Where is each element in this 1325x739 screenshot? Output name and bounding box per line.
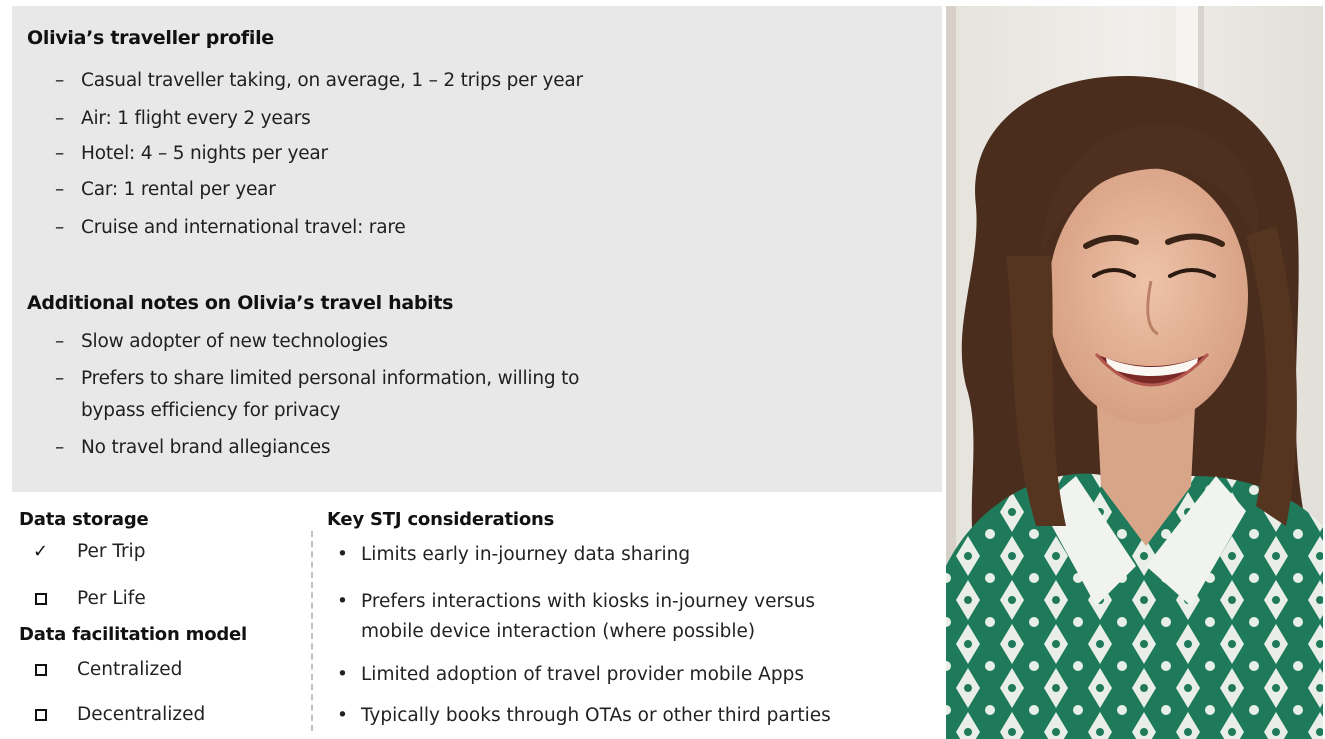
data-storage-option-label: Per Life — [77, 588, 146, 609]
profile-list-item: – Car: 1 rental per year — [55, 174, 276, 206]
data-storage-option[interactable]: Per Life — [33, 588, 146, 609]
data-storage-option[interactable]: ✓ Per Trip — [33, 541, 145, 562]
dash-marker: – — [55, 368, 65, 389]
data-facilitation-option[interactable]: Decentralized — [33, 704, 205, 725]
bullet-marker: • — [337, 544, 348, 565]
dash-marker: – — [55, 70, 65, 91]
profile-list-item: – Casual traveller taking, on average, 1 … — [55, 65, 583, 97]
bullet-marker: • — [337, 705, 348, 726]
profile-item-text: Casual traveller taking, on average, 1 –… — [81, 70, 583, 91]
data-storage-option-label: Per Trip — [77, 541, 146, 562]
column-divider — [311, 531, 313, 731]
stj-item-text: Prefers interactions with kiosks in-jour… — [361, 591, 816, 612]
stj-list-item: • Limits early in-journey data sharing — [337, 540, 690, 570]
notes-list-item: – Slow adopter of new technologies — [55, 326, 388, 358]
data-facilitation-option-label: Centralized — [77, 659, 183, 680]
profile-list-item: – Air: 1 flight every 2 years — [55, 103, 311, 135]
profile-list-item: – Hotel: 4 – 5 nights per year — [55, 138, 328, 170]
stj-list-item: • Prefers interactions with kiosks in-jou… — [337, 587, 815, 647]
dash-marker: – — [55, 217, 65, 238]
data-facilitation-option[interactable]: Centralized — [33, 659, 182, 680]
notes-list-item: – Prefers to share limited personal infor… — [55, 363, 579, 427]
bullet-marker: • — [337, 664, 348, 685]
notes-item-text-continued: bypass efficiency for privacy — [81, 400, 341, 421]
profile-item-text: Hotel: 4 – 5 nights per year — [81, 143, 328, 164]
dash-marker: – — [55, 179, 65, 200]
stj-title: Key STJ considerations — [327, 509, 555, 530]
notes-item-text: No travel brand allegiances — [81, 437, 331, 458]
woman-portrait-photo — [946, 6, 1323, 739]
profile-item-text: Air: 1 flight every 2 years — [81, 108, 311, 129]
stj-item-text: Limits early in-journey data sharing — [361, 544, 691, 565]
profile-item-text: Car: 1 rental per year — [81, 179, 276, 200]
dash-marker: – — [55, 331, 65, 352]
stj-list-item: • Limited adoption of travel provider mob… — [337, 660, 804, 690]
checkbox-icon[interactable] — [35, 663, 47, 676]
stj-item-text-continued: mobile device interaction (where possibl… — [361, 621, 756, 642]
profile-item-text: Cruise and international travel: rare — [81, 217, 406, 238]
checkbox-icon[interactable] — [35, 708, 47, 721]
dash-marker: – — [55, 437, 65, 458]
notes-item-text: Slow adopter of new technologies — [81, 331, 388, 352]
bullet-marker: • — [337, 591, 348, 612]
notes-title: Additional notes on Olivia’s travel habi… — [27, 292, 454, 314]
data-storage-title: Data storage — [19, 509, 149, 530]
notes-item-text: Prefers to share limited personal inform… — [81, 368, 580, 389]
profile-list-item: – Cruise and international travel: rare — [55, 212, 406, 244]
dash-marker: – — [55, 108, 65, 129]
stj-list-item: • Typically books through OTAs or other t… — [337, 701, 831, 731]
stj-item-text: Limited adoption of travel provider mobi… — [361, 664, 804, 685]
notes-list-item: – No travel brand allegiances — [55, 432, 331, 464]
checkmark-icon: ✓ — [33, 541, 49, 562]
stj-item-text: Typically books through OTAs or other th… — [361, 705, 831, 726]
data-facilitation-title: Data facilitation model — [19, 624, 248, 645]
checkbox-icon[interactable] — [35, 592, 47, 605]
dash-marker: – — [55, 143, 65, 164]
data-facilitation-option-label: Decentralized — [77, 704, 206, 725]
profile-title: Olivia’s traveller profile — [27, 27, 274, 49]
